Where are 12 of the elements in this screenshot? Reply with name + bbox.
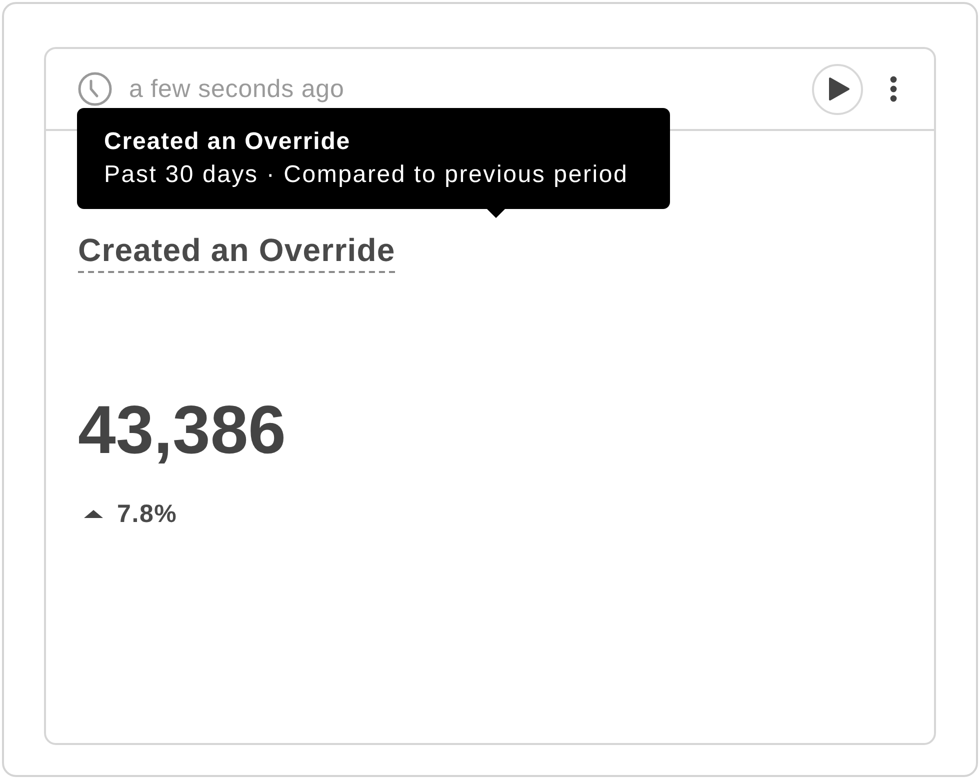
change-percent: 7.8% [117,500,178,528]
tooltip-subtitle: Past 30 days · Compared to previous period [104,160,630,190]
triangle-up-icon [84,510,103,518]
updated-time: a few seconds ago [129,76,344,102]
metric-title: Created an Override [78,232,396,273]
tooltip-title: Created an Override [104,127,352,157]
metric-value: 43,386 [78,394,286,466]
more-options-button[interactable] [888,74,898,104]
play-icon [828,77,850,101]
clock-icon [78,72,112,106]
play-button[interactable] [812,64,863,114]
kebab-menu-icon [890,76,896,102]
